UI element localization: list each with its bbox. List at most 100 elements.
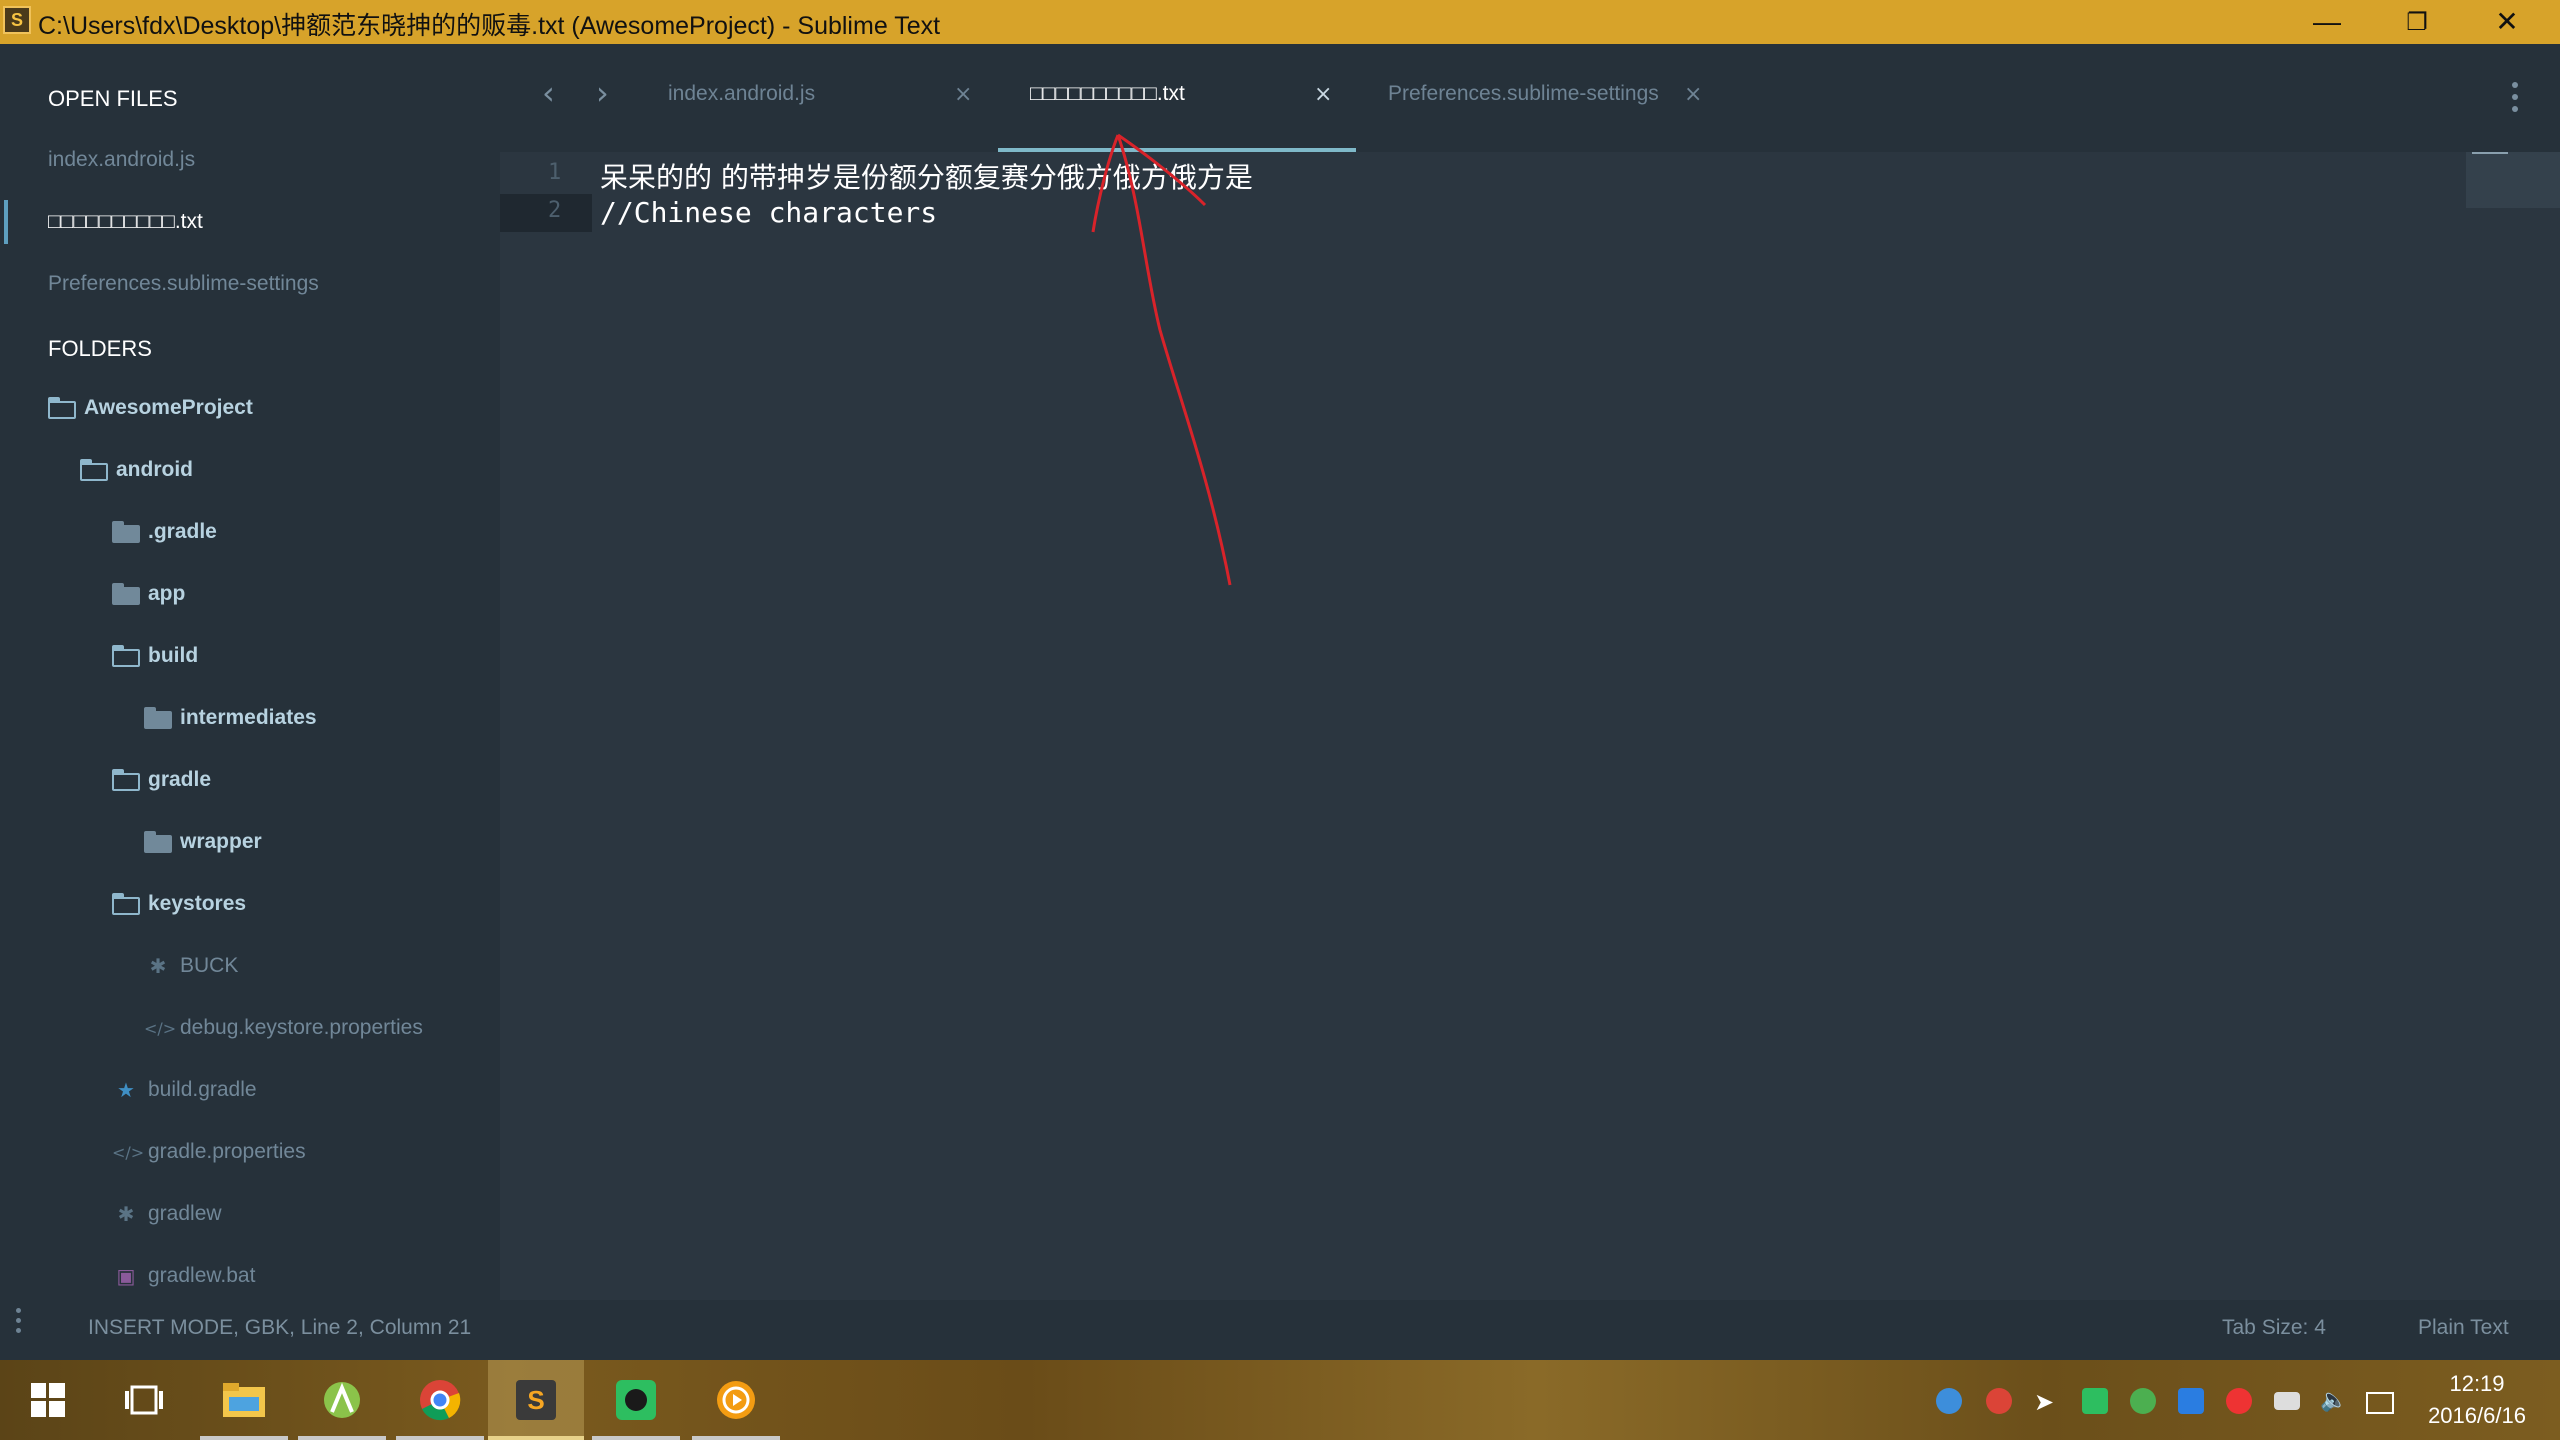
code-file-icon: </> bbox=[112, 1142, 145, 1162]
tree-folder[interactable]: gradle bbox=[112, 768, 211, 792]
tree-file[interactable]: </> gradle.properties bbox=[112, 1140, 306, 1164]
file-explorer-icon[interactable] bbox=[196, 1360, 292, 1440]
clock-date: 2016/6/16 bbox=[2428, 1403, 2526, 1428]
chrome-icon[interactable] bbox=[392, 1360, 488, 1440]
folder-open-icon bbox=[112, 645, 140, 668]
tab-close-icon[interactable]: × bbox=[1684, 82, 1702, 107]
media-player-icon[interactable] bbox=[688, 1360, 784, 1440]
tree-folder[interactable]: AwesomeProject bbox=[48, 396, 253, 420]
tree-item-label: intermediates bbox=[180, 706, 317, 729]
window-titlebar: S C:\Users\fdx\Desktop\抻额范东晓抻的的贩毒.txt (A… bbox=[0, 0, 2560, 44]
taskbar-clock[interactable]: 12:19 2016/6/16 bbox=[2412, 1368, 2542, 1432]
status-mode: INSERT MODE, GBK, Line 2, Column 21 bbox=[88, 1316, 472, 1339]
tab-close-icon[interactable]: × bbox=[1314, 82, 1332, 107]
tree-folder[interactable]: wrapper bbox=[144, 830, 262, 854]
tree-item-label: keystores bbox=[148, 892, 247, 915]
android-studio-icon[interactable] bbox=[294, 1360, 390, 1440]
open-file-index-android[interactable]: index.android.js bbox=[48, 148, 195, 172]
open-file-txt[interactable]: □□□□□□□□□□.txt bbox=[48, 210, 203, 234]
battery-icon[interactable] bbox=[2274, 1392, 2300, 1410]
terminal-file-icon: ▣ bbox=[116, 1264, 136, 1289]
editor-area[interactable]: 1 2 呆呆的的 的带抻岁是份额分额复赛分俄方俄方俄方是 //Chinese c… bbox=[500, 152, 2560, 1300]
tree-folder[interactable]: android bbox=[80, 458, 193, 482]
sidebar: OPEN FILES index.android.js □□□□□□□□□□.t… bbox=[0, 44, 500, 1300]
tab-bar: ‹ › index.android.js × □□□□□□□□□□.txt × … bbox=[500, 44, 2560, 152]
line-number: 2 bbox=[548, 198, 562, 223]
tree-folder[interactable]: build bbox=[112, 644, 198, 668]
asterisk-file-icon: ✱ bbox=[117, 1202, 135, 1227]
current-line-gutter bbox=[500, 194, 592, 232]
tab-close-icon[interactable]: × bbox=[954, 82, 972, 107]
svg-text:S: S bbox=[527, 1385, 544, 1415]
tree-folder[interactable]: intermediates bbox=[144, 706, 317, 730]
window-title: C:\Users\fdx\Desktop\抻额范东晓抻的的贩毒.txt (Awe… bbox=[38, 12, 941, 40]
active-file-indicator bbox=[4, 200, 8, 244]
minimize-button[interactable]: — bbox=[2282, 0, 2372, 44]
start-icon[interactable] bbox=[0, 1360, 96, 1440]
code-line[interactable]: 呆呆的的 的带抻岁是份额分额复赛分俄方俄方俄方是 bbox=[600, 156, 1253, 196]
folder-closed-icon bbox=[112, 521, 140, 544]
tree-folder[interactable]: keystores bbox=[112, 892, 246, 916]
tree-item-label: android bbox=[116, 458, 193, 481]
folder-open-icon bbox=[112, 893, 140, 916]
folder-closed-icon bbox=[144, 707, 172, 730]
tree-item-label: AwesomeProject bbox=[84, 396, 253, 419]
tree-file[interactable]: ✱ gradlew bbox=[112, 1202, 222, 1226]
tree-item-label: gradlew bbox=[148, 1202, 222, 1225]
windows-taskbar: S ➤ 🔈 12:19 2016/6/16 bbox=[0, 1360, 2560, 1440]
folder-open-icon bbox=[48, 397, 76, 420]
minimap[interactable] bbox=[2466, 152, 2560, 208]
star-file-icon: ★ bbox=[117, 1078, 135, 1103]
folders-heading: FOLDERS bbox=[48, 336, 152, 361]
forward-arrow-icon[interactable]: › bbox=[596, 74, 609, 112]
send-icon[interactable]: ➤ bbox=[2034, 1388, 2060, 1416]
tree-item-label: debug.keystore.properties bbox=[180, 1016, 423, 1039]
qq-icon[interactable] bbox=[2226, 1388, 2252, 1414]
syntax-indicator[interactable]: Plain Text bbox=[2418, 1316, 2509, 1340]
sublime-text-icon[interactable]: S bbox=[488, 1360, 584, 1440]
open-files-heading: OPEN FILES bbox=[48, 86, 178, 111]
restore-button[interactable]: ❐ bbox=[2372, 0, 2462, 44]
network-globe-icon[interactable] bbox=[1936, 1388, 1962, 1414]
code-file-icon: </> bbox=[144, 1018, 177, 1038]
tab-menu-icon[interactable] bbox=[2512, 82, 2520, 118]
tree-file[interactable]: ★ build.gradle bbox=[112, 1078, 257, 1102]
tab-preferences[interactable]: Preferences.sublime-settings bbox=[1388, 82, 1659, 122]
tree-item-label: .gradle bbox=[148, 520, 217, 543]
status-bar: INSERT MODE, GBK, Line 2, Column 21 Tab … bbox=[0, 1300, 2560, 1360]
volume-icon[interactable]: 🔈 bbox=[2320, 1388, 2347, 1414]
tree-item-label: build.gradle bbox=[148, 1078, 257, 1101]
tree-item-label: gradlew.bat bbox=[148, 1264, 256, 1287]
clock-time: 12:19 bbox=[2449, 1371, 2505, 1396]
tree-item-label: gradle.properties bbox=[148, 1140, 306, 1163]
status-menu-icon[interactable] bbox=[16, 1308, 24, 1338]
minimap-line bbox=[2472, 152, 2508, 154]
line-number: 1 bbox=[548, 160, 562, 185]
folder-closed-icon bbox=[112, 583, 140, 606]
tree-item-label: build bbox=[148, 644, 199, 667]
tree-folder[interactable]: .gradle bbox=[112, 520, 217, 544]
tab-index-android[interactable]: index.android.js bbox=[668, 82, 815, 122]
utorrent-icon[interactable] bbox=[2130, 1388, 2156, 1414]
folder-open-icon bbox=[80, 459, 108, 482]
tree-file[interactable]: </> debug.keystore.properties bbox=[144, 1016, 423, 1040]
folder-closed-icon bbox=[144, 831, 172, 854]
task-view-icon[interactable] bbox=[96, 1360, 192, 1440]
tree-item-label: wrapper bbox=[180, 830, 262, 853]
tab-size-indicator[interactable]: Tab Size: 4 bbox=[2222, 1316, 2326, 1340]
chrome-tray-icon[interactable] bbox=[1986, 1388, 2012, 1414]
evernote-tray-icon[interactable] bbox=[2082, 1388, 2108, 1414]
open-file-preferences[interactable]: Preferences.sublime-settings bbox=[48, 272, 319, 296]
tree-file[interactable]: ✱ BUCK bbox=[144, 954, 239, 979]
code-line[interactable]: //Chinese characters bbox=[600, 196, 937, 229]
action-center-icon[interactable] bbox=[2366, 1392, 2394, 1414]
asterisk-file-icon: ✱ bbox=[149, 954, 167, 979]
back-arrow-icon[interactable]: ‹ bbox=[542, 74, 555, 112]
close-window-button[interactable]: ✕ bbox=[2462, 0, 2552, 44]
evernote-icon[interactable] bbox=[588, 1360, 684, 1440]
tree-folder[interactable]: app bbox=[112, 582, 185, 606]
sublime-app-icon[interactable]: S bbox=[3, 6, 31, 34]
tree-file[interactable]: ▣ gradlew.bat bbox=[112, 1264, 256, 1289]
wifi-icon[interactable] bbox=[2178, 1388, 2204, 1414]
tab-txt-file[interactable]: □□□□□□□□□□.txt bbox=[1030, 82, 1185, 122]
